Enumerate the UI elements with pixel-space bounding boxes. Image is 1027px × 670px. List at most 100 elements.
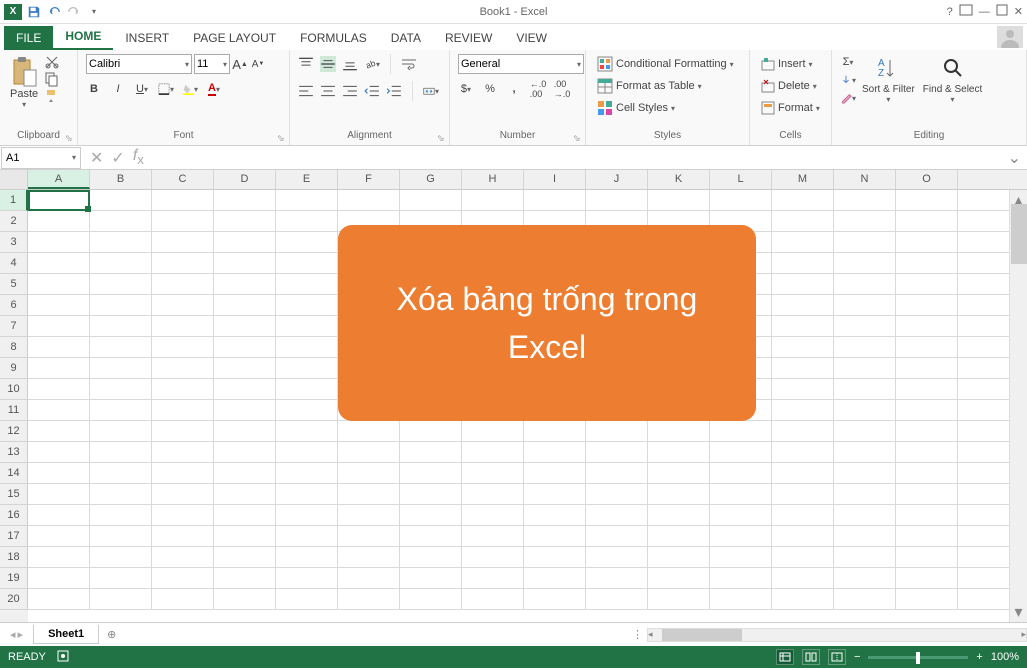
cell[interactable]	[834, 190, 896, 210]
cell[interactable]	[400, 505, 462, 525]
row-header[interactable]: 4	[0, 253, 28, 274]
cell[interactable]	[462, 589, 524, 609]
cell[interactable]	[834, 295, 896, 315]
expand-formula-bar-icon[interactable]: ⌄	[1002, 148, 1027, 168]
cell[interactable]	[896, 211, 958, 231]
cell[interactable]	[834, 400, 896, 420]
cell[interactable]	[710, 421, 772, 441]
cell[interactable]	[772, 568, 834, 588]
cancel-formula-icon[interactable]: ✕	[90, 148, 103, 168]
row-header[interactable]: 1	[0, 190, 28, 211]
increase-indent-icon[interactable]	[386, 83, 402, 99]
cell[interactable]	[214, 484, 276, 504]
cell[interactable]	[834, 337, 896, 357]
wrap-text-icon[interactable]	[401, 56, 417, 72]
cell[interactable]	[214, 421, 276, 441]
cell[interactable]	[276, 526, 338, 546]
row-header[interactable]: 16	[0, 505, 28, 526]
cell[interactable]	[462, 421, 524, 441]
font-color-icon[interactable]: A▾	[206, 81, 222, 97]
zoom-out-icon[interactable]: −	[854, 651, 860, 663]
cell[interactable]	[338, 589, 400, 609]
cell[interactable]	[462, 190, 524, 210]
cell[interactable]	[524, 589, 586, 609]
cell[interactable]	[276, 589, 338, 609]
format-painter-icon[interactable]	[44, 88, 60, 104]
cell[interactable]	[214, 274, 276, 294]
comma-icon[interactable]: ,	[506, 81, 522, 97]
cell[interactable]	[772, 421, 834, 441]
hscroll-grip-icon[interactable]: ⋮	[628, 628, 647, 641]
normal-view-icon[interactable]	[776, 649, 794, 665]
cell[interactable]	[648, 442, 710, 462]
cell[interactable]	[772, 442, 834, 462]
delete-cells-button[interactable]: Delete▾	[758, 76, 820, 96]
cell[interactable]	[276, 211, 338, 231]
column-header[interactable]: K	[648, 170, 710, 189]
cell[interactable]	[772, 526, 834, 546]
row-header[interactable]: 3	[0, 232, 28, 253]
cell[interactable]	[524, 526, 586, 546]
cell[interactable]	[28, 232, 90, 252]
cell[interactable]	[152, 190, 214, 210]
orientation-icon[interactable]: ab▾	[364, 56, 380, 72]
cell[interactable]	[90, 295, 152, 315]
decrease-indent-icon[interactable]	[364, 83, 380, 99]
cell[interactable]	[214, 211, 276, 231]
cell[interactable]	[834, 379, 896, 399]
cell[interactable]	[400, 526, 462, 546]
cell[interactable]	[28, 295, 90, 315]
cell[interactable]	[276, 190, 338, 210]
cell[interactable]	[152, 421, 214, 441]
cell[interactable]	[896, 547, 958, 567]
vertical-scrollbar[interactable]: ▴ ▾	[1009, 190, 1027, 622]
cell[interactable]	[152, 253, 214, 273]
row-header[interactable]: 18	[0, 547, 28, 568]
maximize-icon[interactable]	[996, 4, 1008, 19]
cell[interactable]	[834, 442, 896, 462]
clear-icon[interactable]: ▾	[840, 90, 856, 106]
cell[interactable]	[152, 463, 214, 483]
number-format-select[interactable]: General▾	[458, 54, 584, 74]
cell[interactable]	[772, 295, 834, 315]
cell[interactable]	[28, 190, 90, 210]
cell[interactable]	[648, 190, 710, 210]
cell[interactable]	[834, 274, 896, 294]
cell[interactable]	[338, 463, 400, 483]
qat-customize-icon[interactable]: ▾	[86, 4, 102, 20]
cell[interactable]	[276, 232, 338, 252]
cell[interactable]	[90, 463, 152, 483]
enter-formula-icon[interactable]: ✓	[111, 148, 124, 168]
cell[interactable]	[276, 505, 338, 525]
cell[interactable]	[772, 484, 834, 504]
cell[interactable]	[90, 379, 152, 399]
format-cells-button[interactable]: Format▾	[758, 98, 823, 118]
cell[interactable]	[152, 589, 214, 609]
cell[interactable]	[276, 400, 338, 420]
cell[interactable]	[90, 190, 152, 210]
cell[interactable]	[400, 568, 462, 588]
minimize-icon[interactable]: —	[979, 6, 990, 18]
fill-icon[interactable]: ▾	[840, 72, 856, 88]
cell[interactable]	[586, 484, 648, 504]
cell[interactable]	[896, 379, 958, 399]
find-select-button[interactable]: Find & Select▾	[921, 54, 984, 106]
cell[interactable]	[214, 358, 276, 378]
cell[interactable]	[462, 568, 524, 588]
cell[interactable]	[214, 589, 276, 609]
cell[interactable]	[338, 484, 400, 504]
cell[interactable]	[214, 568, 276, 588]
cell[interactable]	[834, 505, 896, 525]
add-sheet-button[interactable]: ⊕	[99, 625, 124, 644]
sheet-tab[interactable]: Sheet1	[33, 625, 99, 644]
alignment-launcher-icon[interactable]: ⬂	[437, 133, 447, 143]
save-icon[interactable]	[26, 4, 42, 20]
cell[interactable]	[524, 421, 586, 441]
column-header[interactable]: D	[214, 170, 276, 189]
align-right-icon[interactable]	[342, 83, 358, 99]
cell[interactable]	[276, 463, 338, 483]
copy-icon[interactable]	[44, 71, 60, 87]
cell[interactable]	[896, 358, 958, 378]
cells-area[interactable]: Xóa bảng trống trong Excel	[28, 190, 1027, 622]
cell[interactable]	[90, 253, 152, 273]
